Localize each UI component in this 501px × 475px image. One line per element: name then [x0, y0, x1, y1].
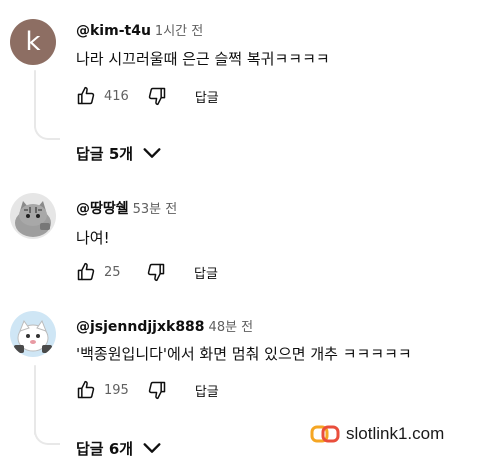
thumbs-up-icon: [77, 262, 95, 281]
comment-header: @jsjenndjjxk888 48분 전: [76, 316, 253, 335]
comment-1: k @kim-t4u 1시간 전 나라 시끄러울때 은근 슬쩍 복귀ㅋㅋㅋㅋ 41…: [0, 0, 501, 170]
avatar[interactable]: [10, 311, 56, 357]
cartoon-face-avatar: [10, 311, 56, 357]
comment-header: @kim-t4u 1시간 전: [76, 20, 203, 39]
comment-text: 나여!: [76, 229, 110, 247]
link-logo-icon: [310, 425, 340, 443]
replies-count-label: 답글 6개: [76, 439, 134, 458]
author-name[interactable]: @jsjenndjjxk888: [76, 319, 205, 335]
chevron-down-icon: [143, 148, 161, 158]
reply-button[interactable]: 답글: [195, 381, 219, 400]
thread-curve: [34, 423, 60, 445]
dislike-button[interactable]: [142, 258, 170, 286]
dislike-button[interactable]: [143, 82, 171, 110]
chevron-down-icon: [143, 443, 161, 453]
comment-actions: 416 답글: [72, 82, 219, 110]
like-button[interactable]: [72, 258, 100, 286]
watermark-text: slotlink1.com: [346, 424, 445, 443]
reply-button[interactable]: 답글: [195, 87, 219, 106]
cat-sticker-avatar: [10, 193, 56, 239]
thumbs-down-icon: [148, 381, 166, 400]
watermark: slotlink1.com: [310, 424, 444, 444]
thumbs-down-icon: [147, 263, 165, 282]
comment-header: @땅땅쉘 53분 전: [76, 198, 177, 218]
comment-text: 나라 시끄러울때 은근 슬쩍 복귀ㅋㅋㅋㅋ: [76, 50, 330, 68]
author-name[interactable]: @땅땅쉘: [76, 201, 129, 217]
thread-curve: [34, 118, 60, 140]
thumbs-up-icon: [77, 86, 95, 105]
replies-count-label: 답글 5개: [76, 144, 134, 163]
thumbs-down-icon: [148, 87, 166, 106]
timestamp[interactable]: 53분 전: [133, 202, 178, 217]
comment-actions: 195 답글: [72, 376, 219, 404]
timestamp[interactable]: 48분 전: [209, 320, 254, 335]
comment-actions: 25 답글: [72, 258, 218, 286]
like-count: 195: [104, 382, 129, 398]
like-button[interactable]: [72, 376, 100, 404]
reply-button[interactable]: 답글: [194, 263, 218, 282]
like-button[interactable]: [72, 82, 100, 110]
comment-3: @jsjenndjjxk888 48분 전 '백종원입니다'에서 화면 멈춰 있으…: [0, 305, 501, 475]
like-count: 416: [104, 88, 129, 104]
replies-toggle[interactable]: 답글 6개: [76, 437, 163, 459]
replies-toggle[interactable]: 답글 5개: [76, 142, 163, 164]
avatar[interactable]: k: [10, 19, 56, 65]
timestamp[interactable]: 1시간 전: [155, 24, 203, 39]
thumbs-up-icon: [77, 380, 95, 399]
comment-text: '백종원입니다'에서 화면 멈춰 있으면 개추 ㅋㅋㅋㅋㅋ: [76, 345, 412, 363]
like-count: 25: [104, 264, 121, 280]
comment-2: @땅땅쉘 53분 전 나여! 25 답글: [0, 190, 501, 300]
avatar[interactable]: [10, 193, 56, 239]
author-name[interactable]: @kim-t4u: [76, 23, 151, 39]
dislike-button[interactable]: [143, 376, 171, 404]
